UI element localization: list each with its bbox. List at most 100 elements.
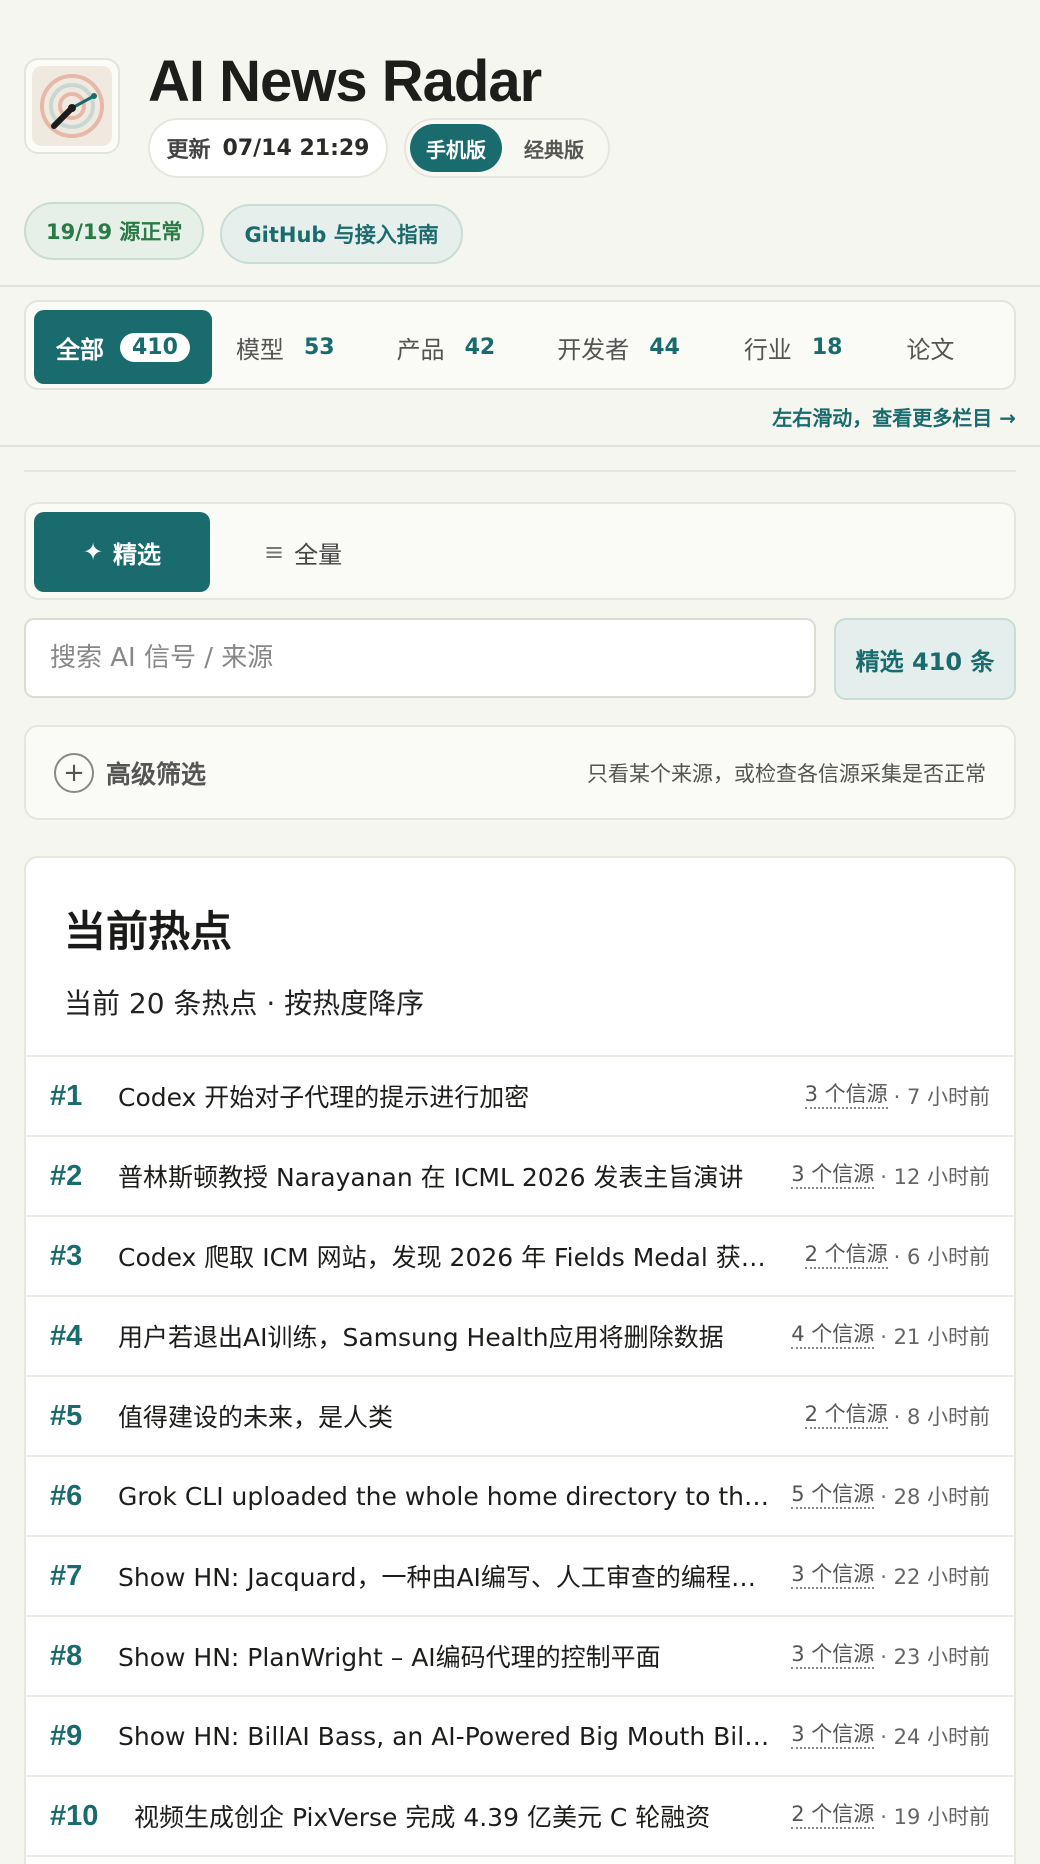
hot-item-meta: 2 个信源 · 6 小时前 [804, 1241, 990, 1271]
hot-item-time: · 21 小时前 [880, 1325, 990, 1349]
header-badges: 19/19 源正常 GitHub 与接入指南 [24, 202, 463, 264]
featured-mode-label: 精选 [113, 540, 162, 569]
tab-count: 410 [120, 332, 190, 362]
hot-topics-card: 当前热点 当前 20 条热点 · 按热度降序 #1 Codex 开始对子代理的提… [24, 856, 1016, 1864]
featured-mode-button[interactable]: ✦ 精选 [34, 512, 210, 592]
hot-item-sources[interactable]: 5 个信源 [791, 1483, 875, 1509]
hot-item-sources[interactable]: 3 个信源 [791, 1163, 875, 1189]
advanced-filter-label: 高级筛选 [106, 759, 207, 789]
hot-item-sources[interactable]: 2 个信源 [804, 1403, 888, 1429]
all-mode-button[interactable]: ≡ 全量 [264, 512, 342, 592]
tab-count: 42 [464, 334, 496, 360]
radar-logo-icon [24, 58, 120, 154]
hot-item-time: · 22 小时前 [880, 1565, 990, 1589]
tab-label: 行业 [743, 335, 792, 364]
update-time-pill: 更新 07/14 21:29 [148, 118, 388, 178]
hot-item[interactable]: #1 Codex 开始对子代理的提示进行加密 3 个信源 · 7 小时前 [26, 1055, 1014, 1135]
category-tabs[interactable]: 全部 410 模型 53 产品 42 开发者 44 行业 18 论文 [24, 300, 1016, 390]
category-track: 全部 410 模型 53 产品 42 开发者 44 行业 18 论文 [34, 310, 998, 384]
hot-topics-subtitle: 当前 20 条热点 · 按热度降序 [64, 987, 425, 1020]
hot-item-time: · 19 小时前 [880, 1805, 990, 1829]
hot-item-title[interactable]: 值得建设的未来，是人类 [118, 1398, 805, 1434]
hot-item[interactable]: #9 Show HN: BillAI Bass, an AI-Powered B… [26, 1695, 1014, 1775]
tab-developers[interactable]: 开发者 44 [519, 310, 704, 384]
hot-item-meta: 4 个信源 · 21 小时前 [791, 1321, 990, 1351]
search-input[interactable] [24, 618, 816, 698]
hot-item-sources[interactable]: 3 个信源 [791, 1723, 875, 1749]
tab-products[interactable]: 产品 42 [359, 310, 520, 384]
header-divider [0, 285, 1040, 287]
hot-item[interactable]: #5 值得建设的未来，是人类 2 个信源 · 8 小时前 [26, 1375, 1014, 1455]
hot-item[interactable]: #3 Codex 爬取 ICM 网站，发现 2026 年 Fields Meda… [26, 1215, 1014, 1295]
hot-item-title[interactable]: Codex 爬取 ICM 网站，发现 2026 年 Fields Medal 获… [118, 1238, 805, 1274]
hot-item[interactable]: #6 Grok CLI uploaded the whole home dire… [26, 1455, 1014, 1535]
update-label: 更新 [166, 138, 211, 163]
hot-item-title[interactable]: 视频生成创企 PixVerse 完成 4.39 亿美元 C 轮融资 [134, 1798, 791, 1834]
hot-item-sources[interactable]: 2 个信源 [791, 1803, 875, 1829]
source-status-badge[interactable]: 19/19 源正常 [24, 202, 205, 260]
hot-item-meta: 2 个信源 · 19 小时前 [791, 1801, 990, 1831]
hot-item-rank: #9 [50, 1719, 83, 1752]
hot-item-rank: #4 [50, 1319, 83, 1352]
hot-item[interactable]: #7 Show HN: Jacquard，一种由AI编写、人工审查的编程语言 3… [26, 1535, 1014, 1615]
list-icon: ≡ [264, 538, 285, 566]
advanced-filter-description: 只看某个来源，或检查各信源采集是否正常 [587, 761, 986, 786]
view-mobile-button[interactable]: 手机版 [410, 124, 502, 172]
featured-count-button[interactable]: 精选 410 条 [834, 618, 1016, 700]
hot-topics-title: 当前热点 [64, 907, 233, 956]
hot-item-title[interactable]: 普林斯顿教授 Narayanan 在 ICML 2026 发表主旨演讲 [118, 1158, 791, 1194]
hot-item-title[interactable]: Show HN: Jacquard，一种由AI编写、人工审查的编程语言 [118, 1558, 791, 1594]
hot-item-sources[interactable]: 2 个信源 [804, 1243, 888, 1269]
hot-item-sources[interactable]: 3 个信源 [791, 1563, 875, 1589]
hot-item-time: · 23 小时前 [880, 1645, 990, 1669]
hot-topics-list: #1 Codex 开始对子代理的提示进行加密 3 个信源 · 7 小时前 #2 普… [26, 1055, 1014, 1864]
github-guide-link[interactable]: GitHub 与接入指南 [220, 204, 463, 264]
tab-label: 模型 [235, 335, 284, 364]
hot-item-meta: 3 个信源 · 22 小时前 [791, 1561, 990, 1591]
tab-label: 产品 [396, 335, 445, 364]
hot-item[interactable]: #10 视频生成创企 PixVerse 完成 4.39 亿美元 C 轮融资 2 … [26, 1775, 1014, 1855]
tab-count: 44 [649, 334, 680, 360]
hot-item-time: · 28 小时前 [880, 1485, 990, 1509]
hot-item-rank: #6 [50, 1479, 83, 1512]
hot-item-time: · 7 小时前 [893, 1085, 990, 1109]
hot-item-sources[interactable]: 4 个信源 [791, 1323, 875, 1349]
hot-item-meta: 2 个信源 · 8 小时前 [804, 1401, 990, 1431]
tab-industry[interactable]: 行业 18 [704, 310, 867, 384]
hot-item-title[interactable]: Show HN: BillAI Bass, an AI-Powered Big … [118, 1722, 791, 1751]
mode-toggle: ✦ 精选 ≡ 全量 [24, 502, 1016, 600]
hot-item-meta: 3 个信源 · 24 小时前 [791, 1721, 990, 1751]
tab-count: 53 [303, 334, 335, 360]
hot-item-title[interactable]: Show HN: PlanWright – AI编码代理的控制平面 [118, 1638, 791, 1674]
tab-models[interactable]: 模型 53 [212, 310, 359, 384]
hot-item-sources[interactable]: 3 个信源 [791, 1643, 875, 1669]
hot-list-bottom-border [26, 1855, 1014, 1864]
tab-papers[interactable]: 论文 [866, 310, 998, 384]
hot-item-rank: #5 [50, 1399, 83, 1432]
hot-item-sources[interactable]: 3 个信源 [804, 1083, 888, 1109]
scroll-hint: 左右滑动，查看更多栏目 → [772, 406, 1016, 430]
hot-item[interactable]: #4 用户若退出AI训练，Samsung Health应用将删除数据 4 个信源… [26, 1295, 1014, 1375]
hot-item[interactable]: #2 普林斯顿教授 Narayanan 在 ICML 2026 发表主旨演讲 3… [26, 1135, 1014, 1215]
hot-item-time: · 6 小时前 [893, 1245, 990, 1269]
hot-item[interactable]: #8 Show HN: PlanWright – AI编码代理的控制平面 3 个… [26, 1615, 1014, 1695]
hot-item-title[interactable]: Grok CLI uploaded the whole home directo… [118, 1482, 791, 1511]
tab-all[interactable]: 全部 410 [34, 310, 212, 384]
hot-item-title[interactable]: Codex 开始对子代理的提示进行加密 [118, 1078, 805, 1114]
view-toggle: 手机版 经典版 [404, 118, 610, 178]
hot-item-title[interactable]: 用户若退出AI训练，Samsung Health应用将删除数据 [118, 1318, 791, 1354]
tab-label: 论文 [906, 335, 955, 364]
advanced-filter-toggle[interactable]: + 高级筛选 只看某个来源，或检查各信源采集是否正常 [24, 725, 1016, 820]
hot-item-time: · 12 小时前 [880, 1165, 990, 1189]
app-title: AI News Radar [148, 49, 542, 114]
hot-item-meta: 3 个信源 · 23 小时前 [791, 1641, 990, 1671]
view-classic-button[interactable]: 经典版 [508, 124, 600, 172]
hot-item-rank: #2 [50, 1159, 83, 1192]
hot-item-time: · 8 小时前 [893, 1405, 990, 1429]
hot-item-meta: 3 个信源 · 12 小时前 [791, 1161, 990, 1191]
hot-item-rank: #3 [50, 1239, 83, 1272]
hot-item-meta: 5 个信源 · 28 小时前 [791, 1481, 990, 1511]
hot-item-meta: 3 个信源 · 7 小时前 [804, 1081, 990, 1111]
tab-label: 开发者 [557, 335, 630, 364]
hot-item-rank: #1 [50, 1079, 83, 1112]
